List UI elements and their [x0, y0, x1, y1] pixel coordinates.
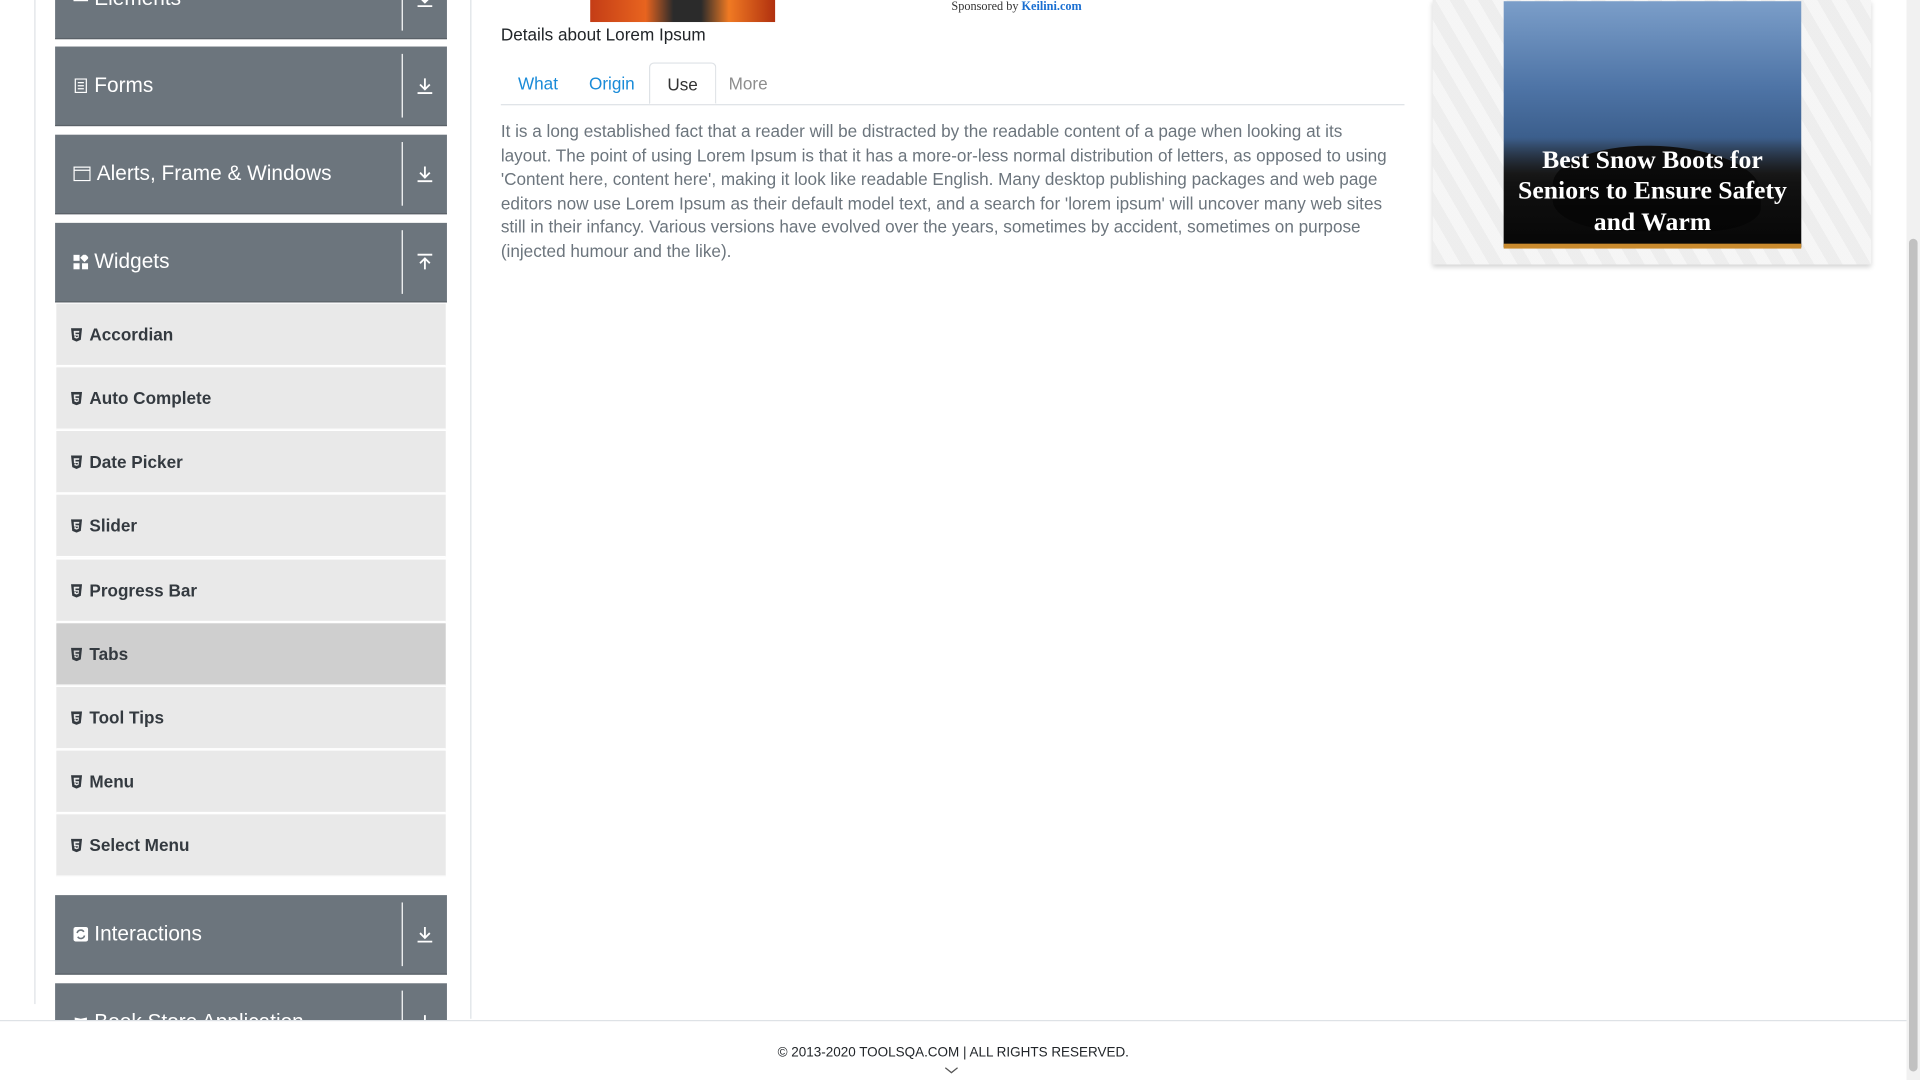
sponsor-link[interactable]: Keilini.com [1022, 0, 1082, 13]
sponsored-prefix: Sponsored by [951, 0, 1019, 14]
tab-use[interactable]: Use [648, 62, 717, 105]
content-divider [470, 0, 472, 1019]
sidebar-item-progress-bar[interactable]: Progress Bar [56, 559, 446, 623]
ad-photo[interactable]: Best Snow Boots for Seniors to Ensure Sa… [1503, 1, 1802, 248]
widgets-icon [73, 254, 89, 270]
tab-list: What Origin Use More [500, 62, 1405, 106]
sidebar-item-select-menu[interactable]: Select Menu [56, 814, 446, 877]
html5-icon [71, 710, 83, 725]
sidebar-item-label: Tool Tips [89, 707, 164, 728]
html5-icon [71, 647, 83, 661]
html5-icon [71, 391, 83, 405]
sidebar-item-label: Tabs [89, 644, 129, 664]
group-elements[interactable]: Elements [55, 0, 447, 40]
expand-icon[interactable] [401, 53, 447, 118]
left-divider [34, 0, 36, 1005]
html5-icon [71, 838, 83, 852]
tab-more: More [728, 73, 768, 94]
scrollbar-thumb[interactable] [1908, 238, 1918, 1072]
html5-icon [71, 583, 83, 597]
html5-icon [71, 774, 83, 788]
expand-icon[interactable] [401, 0, 447, 31]
window-icon [73, 166, 91, 182]
refresh-icon [73, 926, 89, 942]
hamburger-icon [73, 0, 89, 2]
tab-what[interactable]: What [501, 62, 575, 104]
sidebar-item-label: Date Picker [89, 451, 183, 472]
page: Elements Forms Alerts, Frame & Windows W… [0, 0, 1920, 1081]
collapse-icon[interactable] [401, 230, 447, 294]
sidebar-item-label: Progress Bar [89, 580, 198, 601]
sidebar-item-label: Slider [89, 515, 138, 536]
sidebar-item-auto-complete[interactable]: Auto Complete [56, 367, 446, 430]
group-interactions[interactable]: Interactions [55, 895, 447, 975]
html5-icon [71, 327, 83, 342]
group-label: Widgets [94, 249, 170, 274]
sidebar-item-date-picker[interactable]: Date Picker [56, 431, 446, 494]
sidebar-item-label: Auto Complete [89, 388, 212, 408]
ad-banner-image[interactable] [590, 0, 776, 23]
chevron-down-icon[interactable] [944, 1067, 959, 1076]
sidebar-item-label: Menu [89, 771, 135, 792]
expand-icon[interactable] [401, 902, 447, 967]
sidebar-item-tool-tips[interactable]: Tool Tips [56, 686, 446, 750]
footer: © 2013-2020 TOOLSQA.COM | ALL RIGHTS RES… [0, 1020, 1907, 1081]
group-forms[interactable]: Forms [55, 46, 447, 127]
sidebar-item-tabs[interactable]: Tabs [56, 623, 446, 686]
ad-accent-bar [1503, 243, 1802, 249]
sidebar-item-slider[interactable]: Slider [56, 494, 446, 558]
expand-icon[interactable] [401, 142, 447, 206]
group-widgets[interactable]: Widgets [55, 222, 447, 303]
sidebar-item-menu[interactable]: Menu [56, 750, 446, 814]
html5-icon [71, 518, 83, 533]
sidebar-item-label: Select Menu [89, 835, 190, 855]
document-icon [74, 78, 87, 94]
html5-icon [71, 454, 83, 469]
group-label: Forms [94, 73, 154, 97]
group-label: Interactions [94, 922, 202, 946]
group-alerts-frame-windows[interactable]: Alerts, Frame & Windows [55, 134, 447, 215]
footer-copyright: © 2013-2020 TOOLSQA.COM | ALL RIGHTS RES… [777, 1045, 1129, 1061]
details-heading: Details about Lorem Ipsum [500, 24, 706, 45]
tab-content-use: It is a long established fact that a rea… [500, 121, 1387, 261]
group-label: Alerts, Frame & Windows [96, 161, 332, 185]
sponsored-line: Sponsored by Keilini.com [951, 0, 1081, 13]
group-label: Elements [94, 0, 181, 11]
tab-origin[interactable]: Origin [572, 62, 652, 104]
ad-caption: Best Snow Boots for Seniors to Ensure Sa… [1518, 143, 1787, 236]
sidebar-item-label: Accordian [89, 324, 174, 345]
sidebar-item-accordian[interactable]: Accordian [56, 303, 446, 367]
